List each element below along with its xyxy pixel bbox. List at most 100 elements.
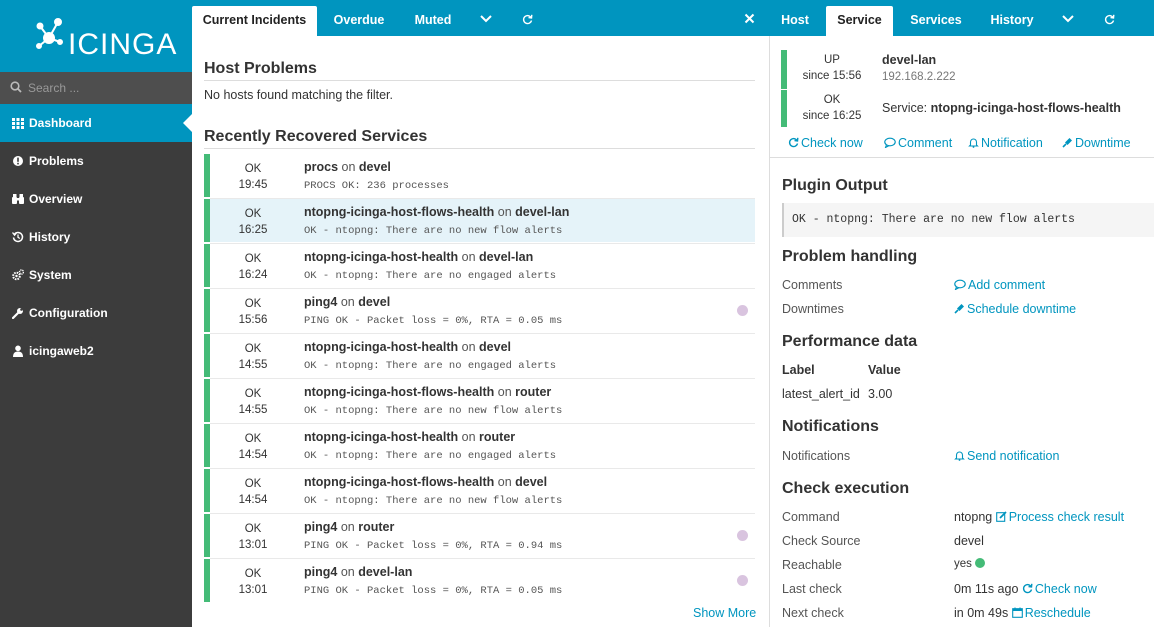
- service-state: OK: [244, 568, 262, 580]
- service-title: ping4 on devel-lan: [304, 565, 412, 579]
- next-check-row: in 0m 49s Reschedule: [954, 606, 1091, 620]
- host-name[interactable]: devel-lan: [882, 53, 936, 67]
- service-title: ntopng-icinga-host-health on router: [304, 430, 515, 444]
- sidebar-item-user[interactable]: icingaweb2: [0, 332, 192, 370]
- service-on-word: on: [340, 520, 355, 534]
- service-row[interactable]: OK 19:45 procs on devel PROCS OK: 236 proce…: [204, 154, 755, 197]
- service-title: ntopng-icinga-host-flows-health on devel: [304, 475, 547, 489]
- service-output: PING OK - Packet loss = 0%, RTA = 0.05 m…: [304, 585, 563, 597]
- service-heading: Service: ntopng-icinga-host-flows-health: [882, 101, 1121, 115]
- host-name[interactable]: devel: [479, 340, 511, 354]
- divider: [204, 80, 755, 81]
- reschedule-label: Reschedule: [1024, 606, 1091, 620]
- host-name[interactable]: devel-lan: [515, 205, 569, 219]
- service-title: ping4 on router: [304, 520, 394, 534]
- service-name[interactable]: ping4: [304, 565, 337, 579]
- service-name[interactable]: ntopng-icinga-host-flows-health: [304, 385, 494, 399]
- tab-services[interactable]: Services: [902, 6, 970, 36]
- host-name[interactable]: devel: [359, 160, 391, 174]
- host-name[interactable]: devel-lan: [479, 250, 533, 264]
- reachable-value: yes: [954, 558, 972, 570]
- sidebar-item-problems[interactable]: Problems: [0, 142, 192, 180]
- service-state: OK: [823, 94, 841, 106]
- logo[interactable]: ICINGA: [0, 0, 192, 72]
- service-name[interactable]: ping4: [304, 295, 337, 309]
- refresh-icon[interactable]: [522, 14, 533, 25]
- sidebar-item-label: Problems: [29, 154, 84, 168]
- performance-data-title: Performance data: [782, 333, 918, 350]
- host-name[interactable]: router: [515, 385, 551, 399]
- sidebar-item-system[interactable]: System: [0, 256, 192, 294]
- service-name[interactable]: ping4: [304, 520, 337, 534]
- host-problems-empty: No hosts found matching the filter.: [204, 88, 393, 102]
- service-row[interactable]: OK 15:56 ping4 on devel PING OK - Packet lo…: [204, 289, 755, 332]
- tab-host[interactable]: Host: [775, 6, 815, 36]
- schedule-downtime-link[interactable]: Schedule downtime: [954, 302, 1076, 316]
- service-row[interactable]: OK 16:24 ntopng-icinga-host-health on deve…: [204, 244, 755, 287]
- chevron-down-icon[interactable]: [480, 15, 492, 23]
- icinga-logo-icon: [36, 18, 63, 49]
- sidebar-item-configuration[interactable]: Configuration: [0, 294, 192, 332]
- search-bar: [0, 72, 192, 104]
- comment-button[interactable]: Comment: [884, 136, 952, 150]
- tab-overdue[interactable]: Overdue: [322, 6, 396, 36]
- search-input[interactable]: [28, 78, 178, 98]
- service-name[interactable]: ntopng-icinga-host-flows-health: [304, 205, 494, 219]
- host-name[interactable]: router: [358, 520, 394, 534]
- service-on-word: on: [341, 160, 356, 174]
- service-on-word: on: [340, 565, 355, 579]
- sidebar-item-dashboard[interactable]: Dashboard: [0, 104, 193, 142]
- service-row[interactable]: OK 13:01 ping4 on devel-lan PING OK - Packe…: [204, 559, 755, 602]
- host-name[interactable]: devel: [358, 295, 390, 309]
- service-row[interactable]: OK 16:25 ntopng-icinga-host-flows-health o…: [204, 199, 755, 242]
- send-notification-link[interactable]: Send notification: [954, 449, 1059, 463]
- service-state-time: 15:56: [238, 314, 268, 326]
- service-state: OK: [244, 478, 262, 490]
- service-name[interactable]: ntopng-icinga-host-health: [304, 340, 458, 354]
- add-comment-label: Add comment: [968, 278, 1046, 292]
- schedule-downtime-label: Schedule downtime: [967, 302, 1077, 316]
- service-name[interactable]: procs: [304, 160, 338, 174]
- downtime-button[interactable]: Downtime: [1062, 136, 1131, 150]
- command-value-row: ntopng Process check result: [954, 510, 1124, 524]
- service-row[interactable]: OK 14:55 ntopng-icinga-host-flows-health o…: [204, 379, 755, 422]
- service-title: ntopng-icinga-host-health on devel: [304, 340, 511, 354]
- show-more-link[interactable]: Show More: [693, 606, 756, 620]
- service-name[interactable]: ntopng-icinga-host-flows-health: [304, 475, 494, 489]
- close-icon[interactable]: [744, 13, 755, 24]
- chevron-down-icon[interactable]: [1062, 15, 1074, 23]
- service-on-word: on: [497, 205, 512, 219]
- tab-muted[interactable]: Muted: [402, 6, 464, 36]
- service-row[interactable]: OK 14:54 ntopng-icinga-host-health on rout…: [204, 424, 755, 467]
- sidebar-item-overview[interactable]: Overview: [0, 180, 192, 218]
- tab-current-incidents[interactable]: Current Incidents: [192, 6, 317, 36]
- check-now-button[interactable]: Check now: [788, 136, 863, 150]
- tab-history[interactable]: History: [981, 6, 1043, 36]
- service-name[interactable]: ntopng-icinga-host-health: [304, 430, 458, 444]
- graph-indicator-icon: [737, 575, 748, 586]
- process-check-result-link[interactable]: Process check result: [995, 510, 1124, 524]
- host-name[interactable]: devel-lan: [358, 565, 412, 579]
- refresh-icon: [1022, 583, 1033, 594]
- service-row[interactable]: OK 14:54 ntopng-icinga-host-flows-health o…: [204, 469, 755, 512]
- refresh-icon: [788, 137, 799, 148]
- left-tabbar: Current Incidents Overdue Muted: [192, 0, 769, 36]
- service-name[interactable]: ntopng-icinga-host-health: [304, 250, 458, 264]
- notification-button[interactable]: Notification: [968, 136, 1043, 150]
- reachable-status-dot: [974, 558, 985, 568]
- last-check-now-link[interactable]: Check now: [1022, 582, 1097, 596]
- refresh-icon[interactable]: [1104, 14, 1115, 25]
- sidebar-item-history[interactable]: History: [0, 218, 192, 256]
- host-name[interactable]: router: [479, 430, 515, 444]
- reschedule-link[interactable]: Reschedule: [1011, 606, 1091, 620]
- host-name[interactable]: devel: [515, 475, 547, 489]
- tab-service[interactable]: Service: [826, 6, 893, 36]
- notifications-label: Notifications: [782, 449, 851, 463]
- service-row[interactable]: OK 13:01 ping4 on router PING OK - Packet l…: [204, 514, 755, 557]
- command-label: Command: [782, 510, 840, 524]
- service-state: OK: [244, 253, 262, 265]
- dashboard-pane: Host Problems No hosts found matching th…: [192, 36, 769, 627]
- add-comment-link[interactable]: Add comment: [954, 278, 1045, 292]
- sidebar-item-label: System: [29, 268, 72, 282]
- service-row[interactable]: OK 14:55 ntopng-icinga-host-health on deve…: [204, 334, 755, 377]
